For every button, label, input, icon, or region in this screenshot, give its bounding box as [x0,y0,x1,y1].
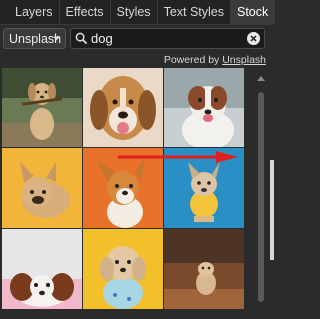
tab-effects[interactable]: Effects [60,0,111,24]
chevron-down-icon [52,36,61,41]
dog-photo [83,229,163,309]
search-row: Unsplash [0,26,274,52]
clear-search-button[interactable] [247,32,260,45]
stock-image-tile[interactable] [83,68,163,147]
dog-photo [83,68,163,147]
tab-text-styles[interactable]: Text Styles [158,0,231,24]
tab-layers[interactable]: Layers [9,0,60,24]
stock-image-tile[interactable] [2,68,82,147]
stock-image-grid [0,68,250,319]
tab-styles[interactable]: Styles [111,0,158,24]
close-icon [250,35,257,42]
scrollbar-thumb[interactable] [258,92,264,302]
powered-prefix: Powered by [163,54,220,66]
panel-tabs: Layers Effects Styles Text Styles Stock [0,0,276,25]
stock-image-tile[interactable] [2,148,82,228]
stock-image-tile[interactable] [83,229,163,309]
red-arrow-annotation [118,151,238,163]
window-edge [270,160,274,260]
stock-image-tile[interactable] [164,229,244,309]
search-input[interactable] [91,30,241,47]
scroll-up-icon[interactable] [256,74,266,82]
dog-photo [164,68,244,147]
dog-photo [2,68,82,147]
stock-image-tile[interactable] [164,68,244,147]
stock-image-tile[interactable] [2,229,82,309]
powered-by-text: Powered by Unsplash [164,54,266,66]
search-field[interactable] [70,28,265,49]
unsplash-link[interactable]: Unsplash [222,54,266,66]
search-icon [75,32,88,45]
source-dropdown[interactable]: Unsplash [3,28,66,49]
dog-photo [2,229,82,309]
dog-photo [2,148,82,228]
tab-stock[interactable]: Stock [231,0,276,24]
dog-photo [164,229,244,309]
